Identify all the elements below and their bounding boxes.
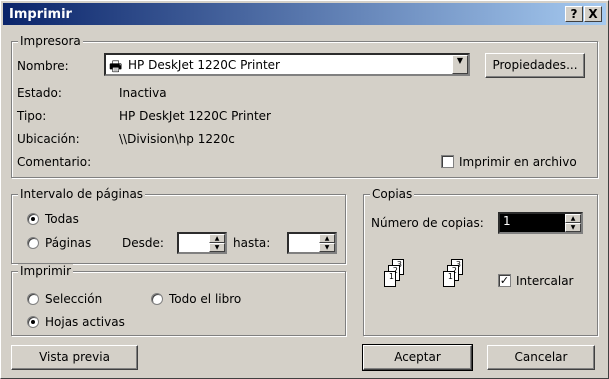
- comment-label: Comentario:: [17, 155, 92, 169]
- range-pages-radio[interactable]: [27, 237, 39, 249]
- range-pages-label[interactable]: Páginas: [45, 236, 91, 250]
- copies-count-label: Número de copias:: [371, 216, 484, 230]
- page-range-legend: Intervalo de páginas: [18, 187, 146, 201]
- spin-down-icon[interactable]: ▼: [209, 243, 225, 252]
- printer-icon: 🖶: [109, 59, 123, 75]
- spin-up-icon[interactable]: ▲: [565, 214, 581, 223]
- copies-count-value[interactable]: 1: [500, 214, 566, 232]
- to-spinner[interactable]: ▲ ▼: [287, 232, 337, 254]
- ok-button[interactable]: Aceptar: [362, 344, 473, 371]
- print-what-legend: Imprimir: [18, 264, 74, 278]
- spin-up-icon[interactable]: ▲: [209, 234, 225, 243]
- spin-down-icon[interactable]: ▼: [319, 243, 335, 252]
- whole-book-radio[interactable]: [151, 293, 163, 305]
- status-label: Estado:: [17, 86, 62, 100]
- spin-up-icon[interactable]: ▲: [319, 234, 335, 243]
- chevron-down-icon[interactable]: ▼: [452, 55, 468, 74]
- to-label: hasta:: [233, 236, 271, 250]
- printer-name-value: HP DeskJet 1220C Printer: [128, 58, 280, 72]
- copies-legend: Copias: [370, 187, 415, 201]
- dialog-title: Imprimir: [9, 7, 72, 22]
- print-to-file-label[interactable]: Imprimir en archivo: [459, 155, 577, 169]
- print-to-file-checkbox[interactable]: [441, 155, 454, 168]
- help-button[interactable]: ?: [565, 6, 583, 22]
- spin-down-icon[interactable]: ▼: [565, 223, 581, 232]
- range-all-label[interactable]: Todas: [45, 212, 79, 226]
- collate-checkbox[interactable]: ✓: [498, 274, 511, 287]
- type-label: Tipo:: [17, 109, 47, 123]
- print-dialog: Imprimir ? X Impresora Nombre: 🖶 HP Desk…: [0, 0, 609, 379]
- page-icon: 1: [443, 271, 455, 287]
- active-sheets-label[interactable]: Hojas activas: [45, 315, 125, 329]
- preview-button[interactable]: Vista previa: [11, 345, 138, 370]
- page-icon: 1: [384, 271, 396, 287]
- from-label: Desde:: [122, 236, 164, 250]
- cancel-button[interactable]: Cancelar: [487, 345, 595, 370]
- type-value: HP DeskJet 1220C Printer: [119, 109, 271, 123]
- title-bar: Imprimir ? X: [3, 3, 606, 25]
- copies-spinner[interactable]: 1 ▲ ▼: [498, 212, 583, 234]
- printer-name-dropdown[interactable]: 🖶 HP DeskJet 1220C Printer ▼: [104, 53, 470, 76]
- location-label: Ubicación:: [17, 132, 80, 146]
- from-spinner[interactable]: ▲ ▼: [177, 232, 227, 254]
- whole-book-label[interactable]: Todo el libro: [169, 292, 241, 306]
- location-value: \\Division\hp 1220c: [119, 132, 235, 146]
- properties-button[interactable]: Propiedades...: [485, 53, 585, 78]
- printer-legend: Impresora: [18, 34, 83, 48]
- collate-label[interactable]: Intercalar: [516, 274, 573, 288]
- close-button[interactable]: X: [584, 6, 602, 22]
- range-all-radio[interactable]: [27, 213, 39, 225]
- status-value: Inactiva: [119, 86, 167, 100]
- printer-name-label: Nombre:: [17, 59, 69, 73]
- active-sheets-radio[interactable]: [27, 316, 39, 328]
- selection-label[interactable]: Selección: [45, 292, 102, 306]
- selection-radio[interactable]: [27, 293, 39, 305]
